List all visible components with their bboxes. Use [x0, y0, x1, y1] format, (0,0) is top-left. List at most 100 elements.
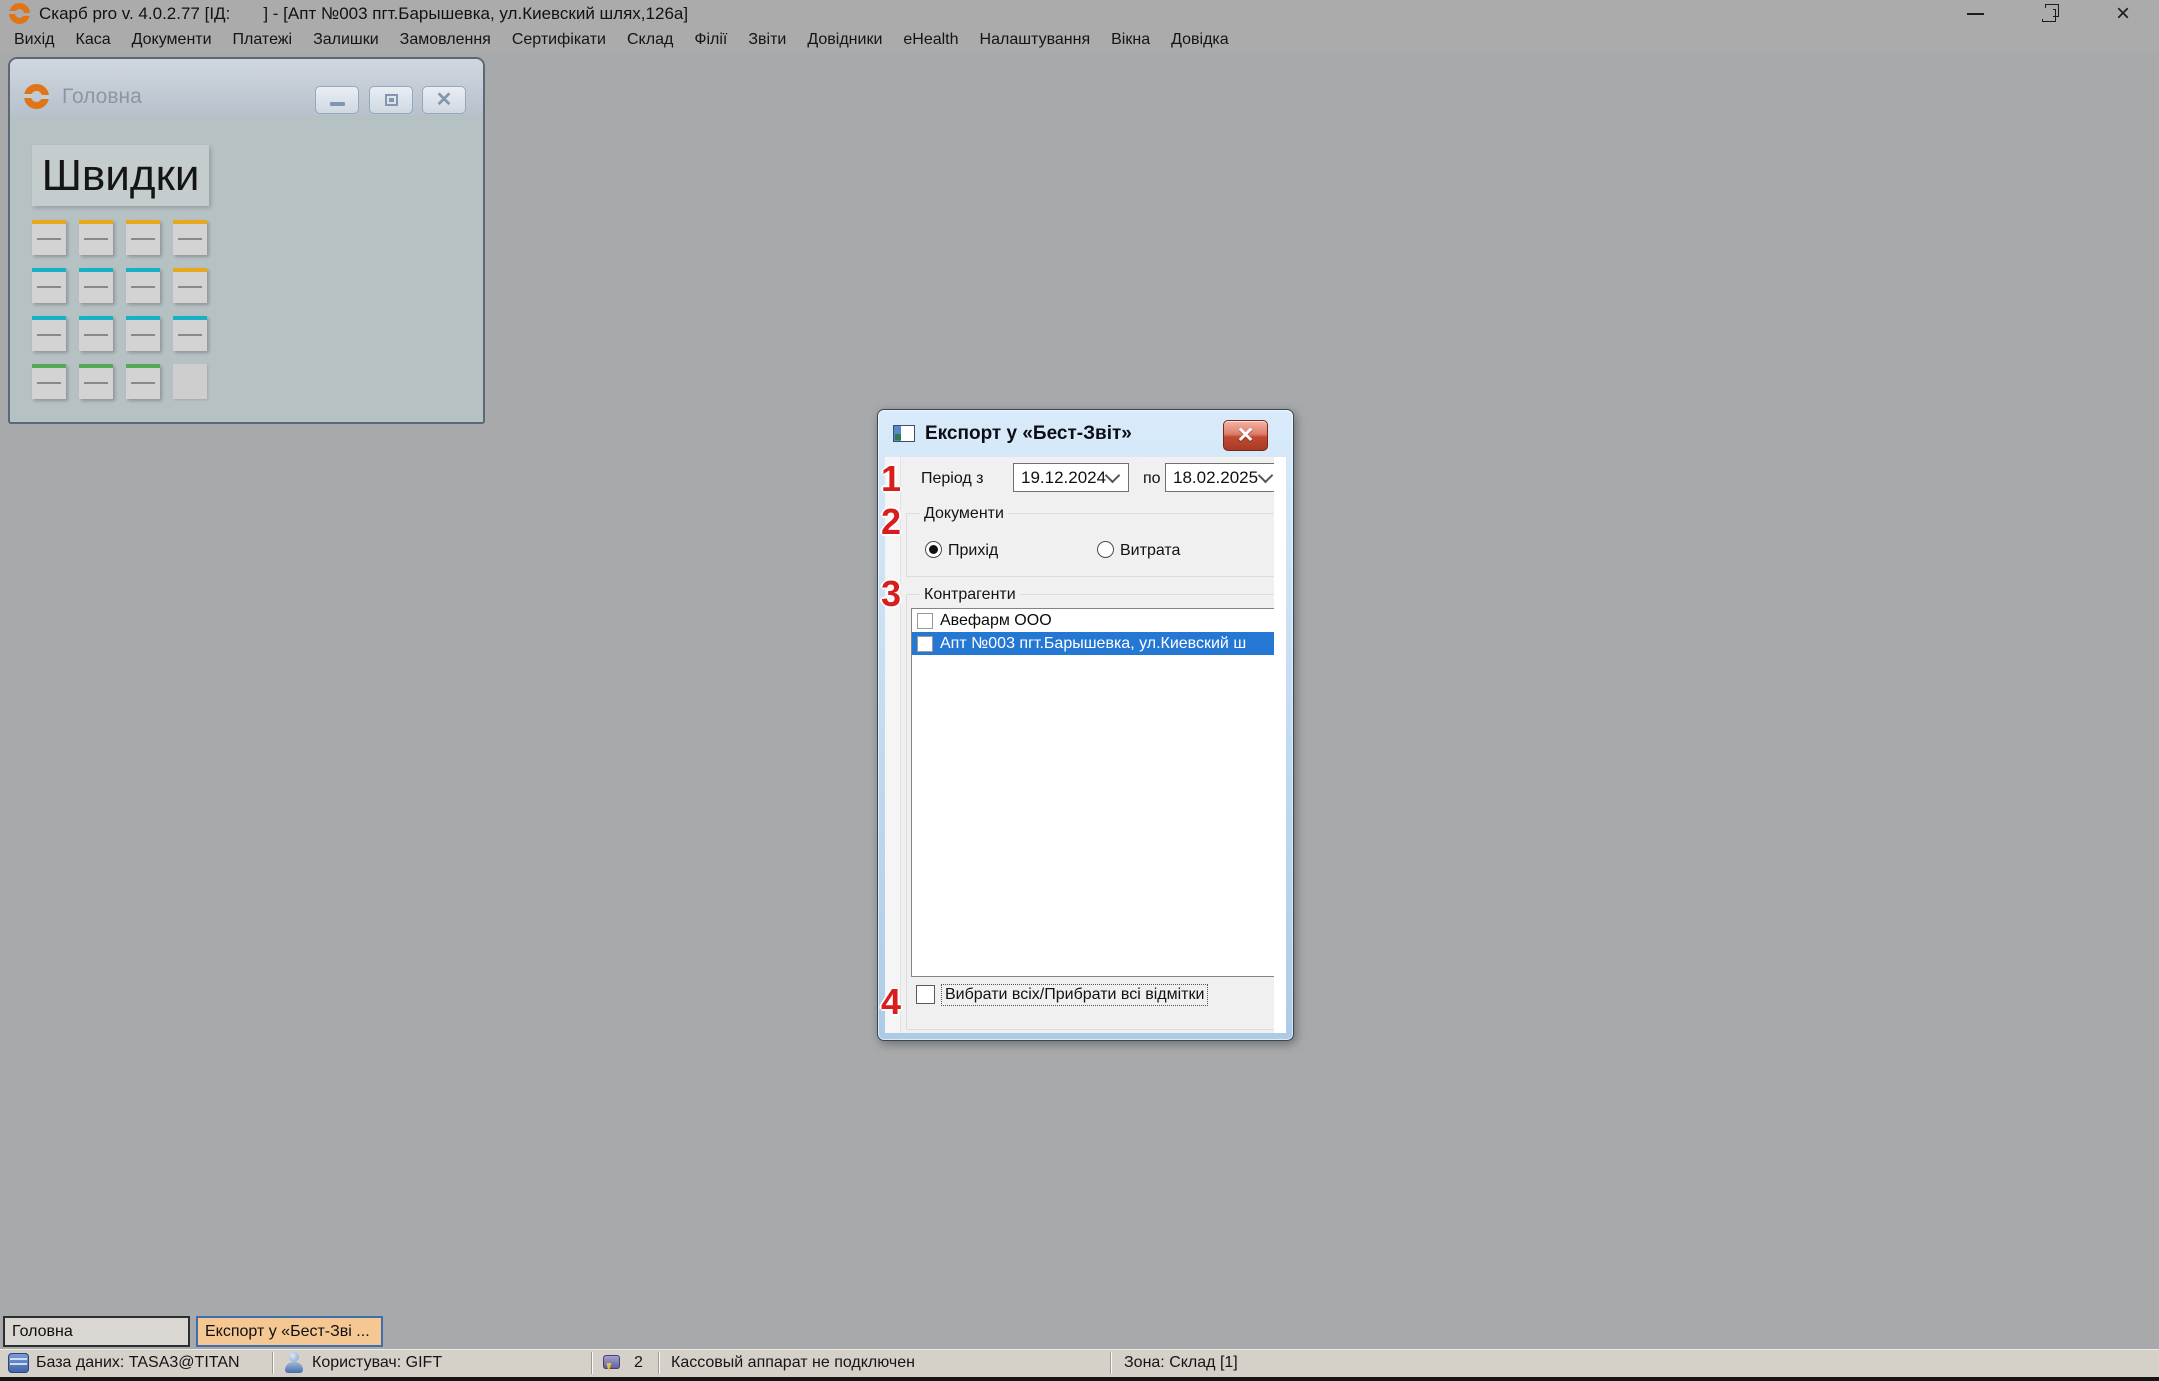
list-item[interactable]: Авефарм ООО — [912, 609, 1277, 632]
menu-dovidka[interactable]: Довідка — [1171, 31, 1229, 49]
right-edge-strip — [1274, 457, 1286, 1033]
expense-radio-label[interactable]: Витрата — [1120, 542, 1180, 560]
export-dialog-title: Експорт у «Бест-Звіт» — [925, 423, 1132, 445]
close-button[interactable]: × — [2100, 0, 2146, 27]
maximize-icon — [385, 94, 398, 106]
quick-tile[interactable] — [173, 268, 207, 303]
income-radio[interactable] — [925, 541, 942, 558]
app-logo-icon — [24, 84, 49, 109]
menu-zvity[interactable]: Звіти — [748, 31, 786, 49]
quick-tile[interactable] — [79, 364, 113, 399]
quick-tile[interactable] — [126, 316, 160, 351]
annotation-2: 2 — [878, 501, 904, 543]
connection-count: 2 — [634, 1354, 643, 1372]
quick-tile[interactable] — [32, 316, 66, 351]
quick-access-tile-grid — [32, 220, 207, 399]
window-title: Скарб pro v. 4.0.2.77 [ІД: ] - [Апт №003… — [39, 4, 688, 24]
restore-icon — [2042, 9, 2056, 22]
item-checkbox[interactable] — [917, 613, 933, 629]
menu-sklad[interactable]: Склад — [627, 31, 673, 49]
close-icon: × — [2116, 2, 2130, 26]
menu-vikna[interactable]: Вікна — [1111, 31, 1150, 49]
tab-home[interactable]: Головна — [3, 1316, 190, 1347]
statusbar-separator — [591, 1352, 593, 1374]
menu-dokumenty[interactable]: Документи — [132, 31, 212, 49]
menu-zamovlennia[interactable]: Замовлення — [400, 31, 491, 49]
statusbar-separator — [658, 1352, 660, 1374]
item-label: Апт №003 пгт.Барышевка, ул.Киевский ш — [940, 635, 1246, 653]
quick-tile[interactable] — [79, 268, 113, 303]
period-to-combobox[interactable]: 18.02.2025 — [1165, 463, 1282, 492]
menu-platezhi[interactable]: Платежі — [233, 31, 293, 49]
period-to-label: по — [1143, 470, 1161, 488]
counterparties-list[interactable]: Авефарм ООО Апт №003 пгт.Барышевка, ул.К… — [911, 608, 1278, 977]
cash-register-status: Кассовый аппарат не подключен — [671, 1354, 915, 1372]
main-titlebar: Скарб pro v. 4.0.2.77 [ІД: ] - [Апт №003… — [0, 0, 2159, 27]
quick-tile[interactable] — [32, 364, 66, 399]
quick-tile[interactable] — [126, 220, 160, 255]
quick-tile[interactable] — [32, 220, 66, 255]
tab-export-dialog[interactable]: Експорт у «Бест-Зві ... — [196, 1316, 383, 1347]
home-maximize-button[interactable] — [369, 86, 413, 114]
menu-dovidnyky[interactable]: Довідники — [807, 31, 882, 49]
select-all-checkbox[interactable] — [916, 985, 935, 1004]
database-status: База даних: TASA3@TITAN — [36, 1354, 240, 1372]
statusbar-separator — [1110, 1352, 1112, 1374]
expense-radio[interactable] — [1097, 541, 1114, 558]
list-item-selected[interactable]: Апт №003 пгт.Барышевка, ул.Киевский ш — [912, 632, 1277, 655]
income-radio-label[interactable]: Прихід — [948, 542, 998, 560]
annotation-3: 3 — [878, 573, 904, 615]
left-panel-strip — [885, 457, 901, 1033]
app-logo-icon — [9, 3, 30, 24]
home-window-titlebar[interactable]: Головна ✕ — [10, 59, 483, 115]
minimize-icon — [330, 102, 345, 106]
minimize-button[interactable] — [1952, 0, 1998, 27]
item-label: Авефарм ООО — [940, 612, 1052, 630]
menu-filii[interactable]: Філії — [694, 31, 727, 49]
database-icon — [8, 1353, 29, 1373]
annotation-4: 4 — [878, 981, 904, 1023]
restore-button[interactable] — [2026, 0, 2072, 27]
zone-status: Зона: Склад [1] — [1124, 1354, 1238, 1372]
home-child-window: Головна ✕ Швидки — [8, 57, 485, 424]
quick-access-header-tile[interactable]: Швидки — [32, 145, 209, 206]
menu-kasa[interactable]: Каса — [76, 31, 111, 49]
close-icon: ✕ — [436, 90, 453, 110]
home-close-button[interactable]: ✕ — [422, 86, 466, 114]
home-window-title: Головна — [62, 85, 142, 109]
connection-icon — [601, 1353, 625, 1373]
minimize-icon — [1967, 13, 1984, 15]
quick-tile[interactable] — [126, 268, 160, 303]
menu-bar: Вихід Каса Документи Платежі Залишки Зам… — [0, 27, 2159, 52]
chevron-down-icon — [1105, 468, 1121, 484]
documents-group-label: Документи — [920, 505, 1008, 523]
export-dialog-body: Період з 19.12.2024 по 18.02.2025 Докуме… — [885, 457, 1286, 1033]
user-icon — [284, 1352, 304, 1374]
quick-tile[interactable] — [173, 316, 207, 351]
menu-nalashtuvannia[interactable]: Налаштування — [980, 31, 1091, 49]
chevron-down-icon — [1258, 468, 1274, 484]
menu-ehealth[interactable]: eHealth — [903, 31, 958, 49]
period-from-label: Період з — [921, 470, 984, 488]
quick-tile[interactable] — [79, 220, 113, 255]
screen-bottom-edge — [0, 1377, 2159, 1381]
item-checkbox[interactable] — [917, 636, 933, 652]
close-icon: ✕ — [1237, 423, 1255, 448]
menu-vyhid[interactable]: Вихід — [14, 31, 55, 49]
select-all-label[interactable]: Вибрати всіх/Прибрати всі відмітки — [941, 984, 1208, 1006]
dialog-close-button[interactable]: ✕ — [1223, 420, 1268, 451]
application-window: Скарб pro v. 4.0.2.77 [ІД: ] - [Апт №003… — [0, 0, 2159, 1381]
statusbar-separator — [272, 1352, 274, 1374]
quick-tile[interactable] — [32, 268, 66, 303]
counterparties-group-label: Контрагенти — [920, 586, 1020, 604]
quick-tile[interactable] — [173, 220, 207, 255]
quick-tile[interactable] — [126, 364, 160, 399]
menu-zalyshky[interactable]: Залишки — [313, 31, 379, 49]
home-minimize-button[interactable] — [315, 86, 359, 114]
export-dialog-titlebar[interactable]: Експорт у «Бест-Звіт» ✕ — [878, 410, 1293, 457]
quick-tile[interactable] — [79, 316, 113, 351]
period-from-combobox[interactable]: 19.12.2024 — [1013, 463, 1129, 492]
period-from-value: 19.12.2024 — [1014, 468, 1107, 488]
quick-tile-empty — [173, 364, 207, 399]
menu-sertyfikaty[interactable]: Сертифікати — [512, 31, 606, 49]
